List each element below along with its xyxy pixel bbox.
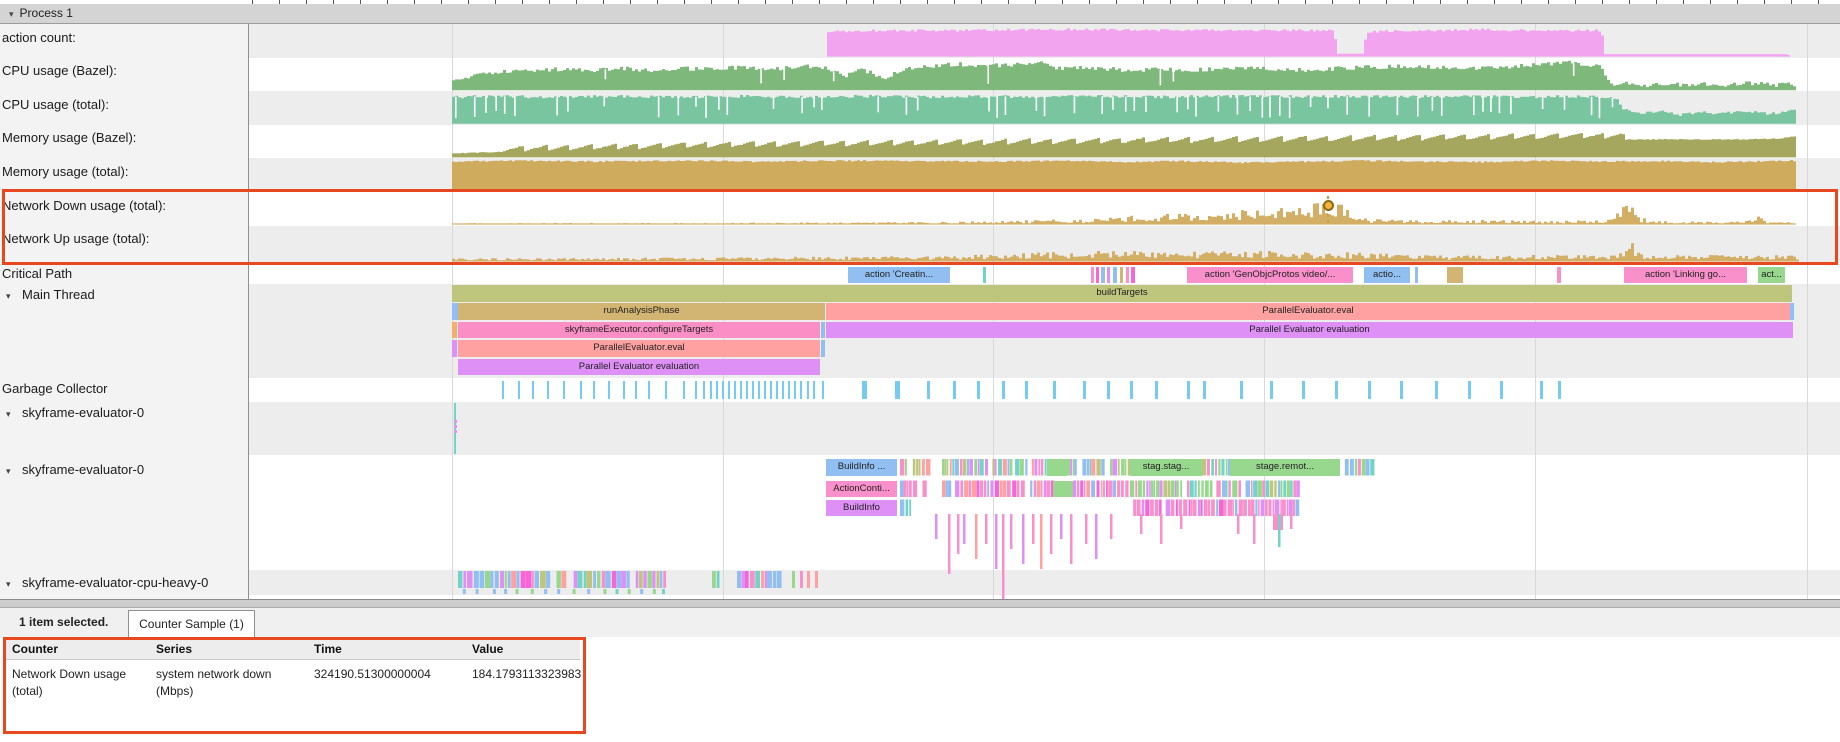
sidebar-item-label: Garbage Collector [2, 381, 108, 396]
trace-slice[interactable] [1131, 267, 1135, 284]
sidebar-item-label: Critical Path [2, 266, 72, 281]
sidebar-item-label: Memory usage (Bazel): [2, 130, 136, 145]
details-tab-strip [0, 608, 1840, 637]
sidebar-item-label: Memory usage (total): [2, 164, 128, 179]
trace-slice-actionconti-[interactable]: ActionConti... [826, 481, 897, 498]
chart-actionCount[interactable] [452, 28, 1840, 56]
sidebar-item-critical-path[interactable]: Critical Path [2, 266, 72, 281]
table-header-time: Time [314, 642, 342, 656]
trace-slice[interactable] [1790, 303, 1794, 320]
evaluator1-marks [454, 403, 457, 454]
process-header[interactable]: ▾ Process 1 [0, 4, 1840, 24]
table-cell[interactable]: system network down (Mbps) [156, 666, 302, 700]
sidebar-item-cpu-usage-total[interactable]: CPU usage (total): [2, 97, 109, 112]
trace-slice-parallel-evaluator-evalu[interactable]: Parallel Evaluator evaluation [458, 359, 820, 376]
collapse-arrow-icon[interactable]: ▾ [9, 5, 14, 24]
trace-slice[interactable] [1120, 267, 1123, 284]
sidebar-item-network-up-usage-total[interactable]: Network Up usage (total): [2, 231, 149, 246]
collapse-arrow-icon[interactable]: ▾ [6, 579, 22, 590]
sidebar-item-memory-usage-bazel[interactable]: Memory usage (Bazel): [2, 130, 136, 145]
sidebar-item-skyframe-evaluator-0[interactable]: ▾skyframe-evaluator-0 [2, 462, 144, 477]
selected-sample-marker[interactable] [1323, 200, 1334, 211]
trace-slice[interactable] [1557, 267, 1561, 284]
sidebar-item-cpu-usage-bazel[interactable]: CPU usage (Bazel): [2, 63, 117, 78]
chart-cpuB[interactable] [452, 61, 1840, 90]
trace-slice-act-[interactable]: act... [1758, 267, 1785, 284]
trace-slice[interactable] [821, 340, 825, 357]
collapse-arrow-icon[interactable]: ▾ [6, 466, 22, 477]
chart-cpuT[interactable] [452, 95, 1840, 124]
process-label: Process 1 [20, 6, 73, 20]
trace-slice-parallel-evaluator-evalu[interactable]: Parallel Evaluator evaluation [826, 322, 1793, 339]
trace-slice[interactable] [983, 267, 986, 284]
sidebar-item-main-thread[interactable]: ▾Main Thread [2, 287, 95, 302]
trace-slice-stage-remot-[interactable]: stage.remot... [1230, 459, 1340, 476]
trace-slice-action-creatin-[interactable]: action 'Creatin... [848, 267, 950, 284]
trace-slice-skyframeexecutor-configu[interactable]: skyframeExecutor.configureTargets [458, 322, 820, 339]
table-header-counter: Counter [12, 642, 58, 656]
sidebar-item-label: action count: [2, 30, 76, 45]
table-header-series: Series [156, 642, 192, 656]
sidebar-item-label: skyframe-evaluator-0 [22, 405, 144, 420]
selection-status: 1 item selected. [19, 608, 108, 637]
track-sidebar: action count: CPU usage (Bazel): CPU usage… [0, 24, 249, 599]
trace-slice[interactable] [1447, 267, 1463, 284]
sidebar-item-label: CPU usage (Bazel): [2, 63, 117, 78]
trace-slice[interactable] [1113, 267, 1117, 284]
trace-slice-buildinfo[interactable]: BuildInfo [826, 500, 897, 517]
table-cell[interactable]: Network Down usage (total) [12, 666, 144, 700]
chart-memB[interactable] [452, 133, 1840, 157]
sidebar-item-label: Network Down usage (total): [2, 198, 166, 213]
chart-netD[interactable] [452, 203, 1840, 224]
cpu-heavy-stripes [458, 571, 818, 594]
chart-memT[interactable] [452, 160, 1840, 191]
trace-slice-parallelevaluator-eval[interactable]: ParallelEvaluator.eval [458, 340, 820, 357]
sidebar-item-label: CPU usage (total): [2, 97, 109, 112]
sidebar-item-label: skyframe-evaluator-0 [22, 462, 144, 477]
table-cell[interactable]: 324190.51300000004 [314, 666, 464, 683]
trace-slice-actio-[interactable]: actio... [1364, 267, 1410, 284]
sidebar-item-label: skyframe-evaluator-cpu-heavy-0 [22, 575, 208, 590]
trace-slice[interactable] [1096, 267, 1099, 284]
table-header-value: Value [472, 642, 503, 656]
chart-netU[interactable] [452, 243, 1840, 261]
trace-slice[interactable] [1047, 459, 1067, 476]
trace-slice[interactable] [1091, 267, 1094, 284]
trace-slice-buildinfo-[interactable]: BuildInfo ... [826, 459, 897, 476]
trace-slice[interactable] [1415, 267, 1418, 284]
trace-slice-buildtargets[interactable]: buildTargets [452, 285, 1792, 302]
sidebar-item-skyframe-evaluator-0[interactable]: ▾skyframe-evaluator-0 [2, 405, 144, 420]
counter-sample-table[interactable]: Counter Series Time Value Network Down usage… [3, 637, 586, 734]
evaluator2-hanging [935, 514, 1293, 599]
trace-slice-runanalysisphase[interactable]: runAnalysisPhase [458, 303, 825, 320]
sidebar-item-skyframe-evaluator-cpu-heavy-0[interactable]: ▾skyframe-evaluator-cpu-heavy-0 [2, 575, 208, 590]
trace-slice[interactable] [1107, 267, 1110, 284]
trace-slice[interactable] [452, 322, 457, 339]
trace-slice[interactable] [1126, 267, 1129, 284]
trace-slice[interactable] [452, 340, 457, 357]
tab-counter-sample[interactable]: Counter Sample (1) [128, 610, 255, 637]
trace-slice-action-linking-go-[interactable]: action 'Linking go... [1624, 267, 1747, 284]
sidebar-item-label: Main Thread [22, 287, 95, 302]
trace-slice[interactable] [1101, 267, 1105, 284]
trace-slice-action-genobjcprotos-vid[interactable]: action 'GenObjcProtos video/... [1187, 267, 1353, 284]
collapse-arrow-icon[interactable]: ▾ [6, 409, 22, 420]
trace-slice-stag-stag-[interactable]: stag.stag... [1130, 459, 1202, 476]
sidebar-item-label: Network Up usage (total): [2, 231, 149, 246]
table-cell[interactable]: 184.1793113323983 [472, 666, 580, 683]
trace-slice[interactable] [821, 322, 825, 339]
panel-splitter[interactable] [0, 599, 1840, 608]
collapse-arrow-icon[interactable]: ▾ [6, 291, 22, 302]
sidebar-item-network-down-usage-total[interactable]: Network Down usage (total): [2, 198, 166, 213]
sidebar-item-memory-usage-total[interactable]: Memory usage (total): [2, 164, 128, 179]
sidebar-item-action-count[interactable]: action count: [2, 30, 76, 45]
gc-ticks [502, 381, 1561, 399]
trace-slice-parallelevaluator-eval[interactable]: ParallelEvaluator.eval [826, 303, 1790, 320]
sidebar-item-garbage-collector[interactable]: Garbage Collector [2, 381, 108, 396]
trace-slice[interactable] [1053, 481, 1073, 498]
trace-profiler-app: ▾ Process 1 action count: CPU usage (Bazel… [0, 0, 1840, 742]
